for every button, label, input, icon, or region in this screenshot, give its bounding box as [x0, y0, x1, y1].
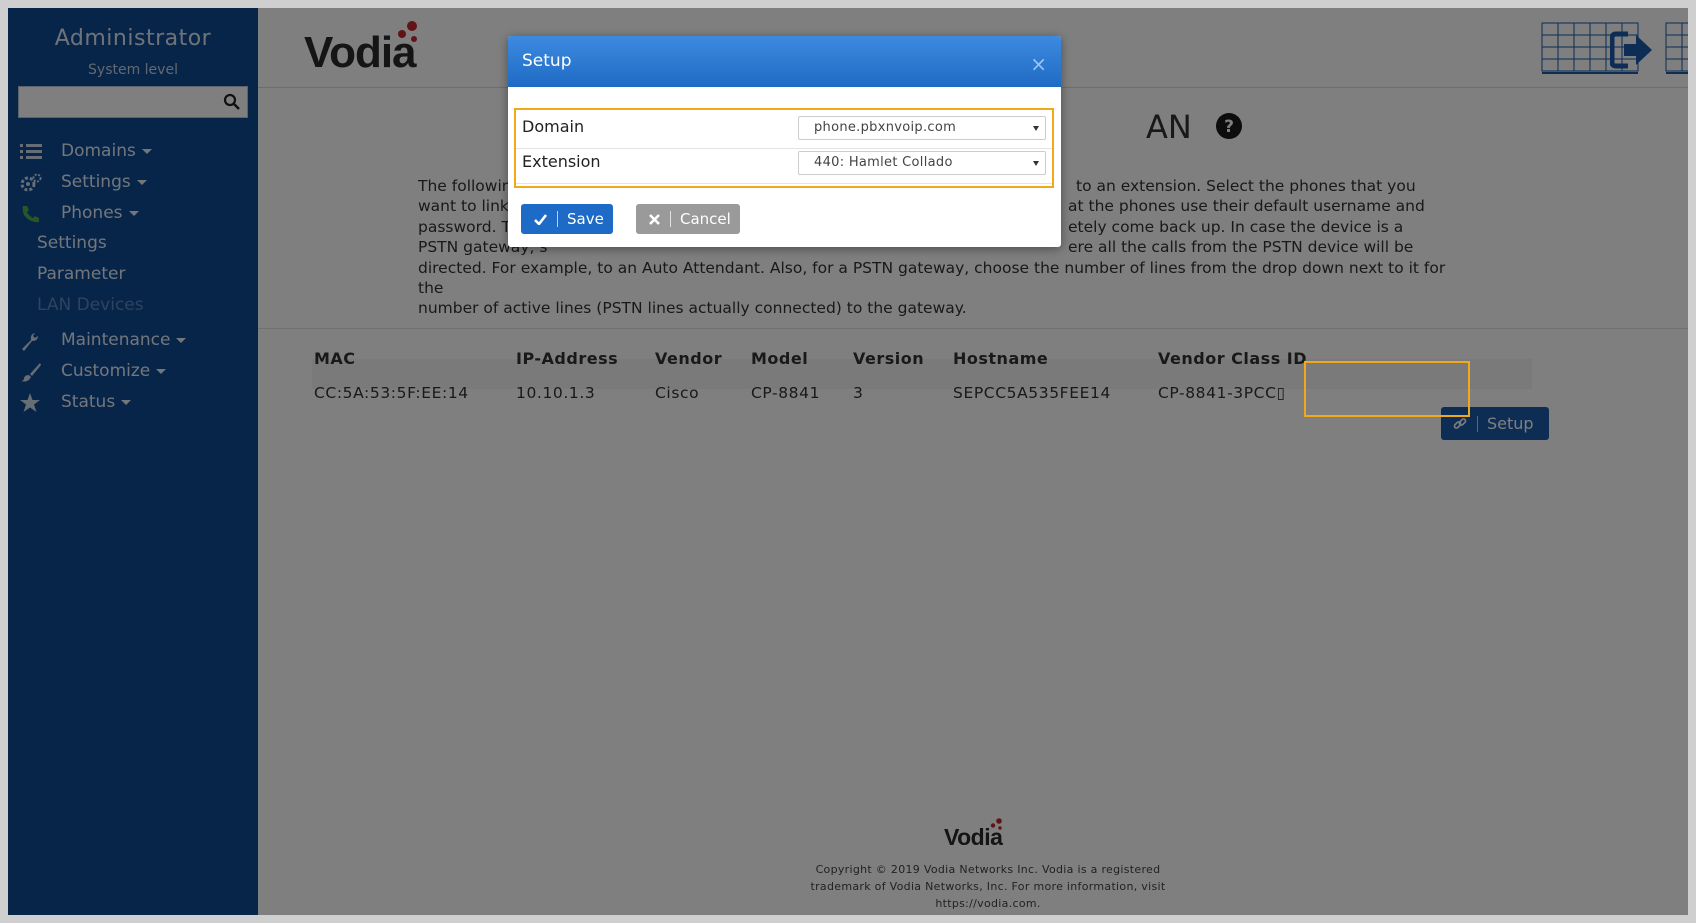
dialog-header: Setup × — [508, 36, 1061, 87]
button-separator — [670, 211, 671, 227]
x-icon — [649, 213, 660, 225]
row-setup-highlight — [1304, 361, 1470, 417]
dialog-title: Setup — [522, 51, 572, 71]
button-separator — [557, 211, 558, 227]
cancel-label: Cancel — [680, 210, 731, 228]
cancel-button[interactable]: Cancel — [636, 204, 740, 234]
form-highlight — [514, 108, 1054, 188]
close-icon[interactable]: × — [1030, 52, 1047, 76]
save-label: Save — [567, 210, 604, 228]
checkmark-icon — [534, 213, 547, 225]
app-frame: Administrator System level Domains — [8, 8, 1688, 915]
save-button[interactable]: Save — [521, 204, 613, 234]
